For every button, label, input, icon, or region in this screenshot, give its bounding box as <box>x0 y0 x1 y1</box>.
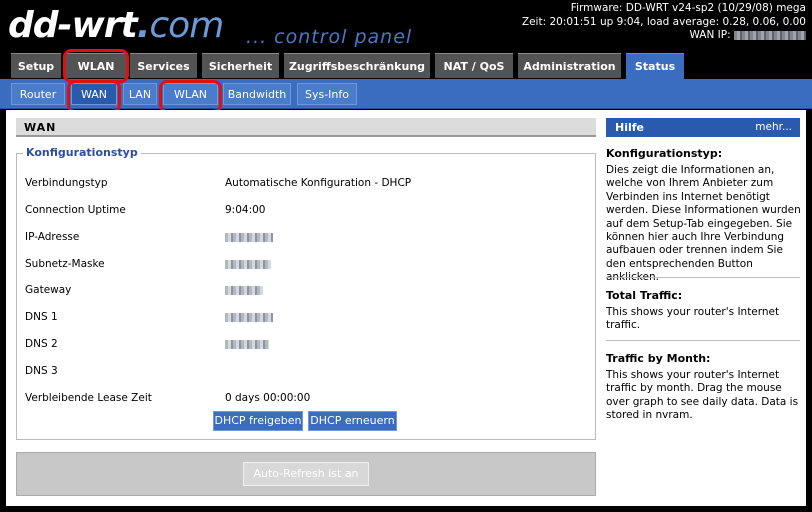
subtab-wlan[interactable]: WLAN <box>163 83 218 105</box>
row-value-blurred <box>225 284 263 296</box>
row-label: DNS 3 <box>25 365 58 377</box>
logo-text: dd-wrt <box>8 5 138 46</box>
content-area: WAN Konfigurationstyp Verbindungstyp Aut… <box>6 110 806 506</box>
blurred-value <box>734 30 806 40</box>
help-title: Hilfe <box>615 121 644 134</box>
row-label: DNS 1 <box>25 311 58 323</box>
help-section-title: Konfigurationstyp: <box>606 147 723 160</box>
row-lease-zeit: Verbleibende Lease Zeit 0 days 00:00:00 <box>25 392 585 406</box>
tab-services[interactable]: Services <box>130 53 197 78</box>
row-label: Verbleibende Lease Zeit <box>25 392 152 404</box>
blurred-value <box>225 312 273 322</box>
system-info: Firmware: DD-WRT v24-sp2 (10/29/08) mega… <box>522 2 806 43</box>
tab-setup[interactable]: Setup <box>11 53 61 78</box>
row-label: Connection Uptime <box>25 204 126 216</box>
row-label: DNS 2 <box>25 338 58 350</box>
row-verbindungstyp: Verbindungstyp Automatische Konfiguratio… <box>25 177 585 191</box>
help-section-title: Traffic by Month: <box>606 352 711 365</box>
help-section-title: Total Traffic: <box>606 289 683 302</box>
tab-zugriffsbeschraenkung[interactable]: Zugriffsbeschränkung <box>284 53 430 78</box>
ddwrt-logo[interactable]: dd-wrt.com <box>8 5 224 46</box>
help-section-text: This shows your router's Internet traffi… <box>606 306 780 332</box>
tab-status[interactable]: Status <box>626 53 684 80</box>
autorefresh-button[interactable]: Auto-Refresh ist an <box>243 462 369 486</box>
help-header: Hilfe mehr... <box>606 118 800 137</box>
blurred-value <box>225 339 269 349</box>
help-section-text: Dies zeigt die Informationen an, welche … <box>606 164 801 284</box>
row-value: 0 days 00:00:00 <box>225 392 311 404</box>
row-value-blurred <box>225 258 271 270</box>
row-subnetz-maske: Subnetz-Maske <box>25 258 585 272</box>
logo-com: com <box>149 5 224 46</box>
row-connection-uptime: Connection Uptime 9:04:00 <box>25 204 585 218</box>
subtab-lan[interactable]: LAN <box>123 83 157 105</box>
row-label: IP-Adresse <box>25 231 80 243</box>
help-section-text: This shows your router's Internet traffi… <box>606 369 799 422</box>
subtab-router[interactable]: Router <box>11 83 65 105</box>
row-value-blurred <box>225 231 273 243</box>
blurred-value <box>225 232 273 242</box>
row-label: Subnetz-Maske <box>25 258 105 270</box>
tab-wlan[interactable]: WLAN <box>66 53 126 78</box>
blurred-value <box>225 259 271 269</box>
firmware-version: Firmware: DD-WRT v24-sp2 (10/29/08) mega <box>570 2 806 14</box>
row-gateway: Gateway <box>25 284 585 298</box>
dhcp-release-button[interactable]: DHCP freigeben <box>213 411 303 431</box>
dhcp-renew-button[interactable]: DHCP erneuern <box>308 411 397 431</box>
sub-tab-bar: Router WAN LAN WLAN Bandwidth Sys-Info <box>0 79 812 109</box>
row-dns2: DNS 2 <box>25 338 585 352</box>
header: dd-wrt.com ... control panel Firmware: D… <box>0 0 812 52</box>
wan-ip-label: WAN IP: <box>689 29 731 41</box>
help-divider <box>606 277 800 278</box>
row-label: Verbindungstyp <box>25 177 108 189</box>
tab-nat-qos[interactable]: NAT / QoS <box>435 53 513 78</box>
row-ip-adresse: IP-Adresse <box>25 231 585 245</box>
row-value-blurred <box>225 311 273 323</box>
blurred-value <box>225 285 263 295</box>
tab-administration[interactable]: Administration <box>518 53 621 78</box>
row-value-blurred <box>225 338 269 350</box>
row-dns1: DNS 1 <box>25 311 585 325</box>
tab-sicherheit[interactable]: Sicherheit <box>202 53 279 78</box>
help-more-link[interactable]: mehr... <box>755 118 792 137</box>
tagline: ... control panel <box>246 26 413 48</box>
subtab-wan[interactable]: WAN <box>71 83 117 105</box>
row-value: Automatische Konfiguration - DHCP <box>225 177 412 189</box>
fieldset-legend: Konfigurationstyp <box>23 146 141 159</box>
subtab-sys-info[interactable]: Sys-Info <box>297 83 357 105</box>
help-divider <box>606 340 800 341</box>
wan-ip: WAN IP: <box>522 29 806 43</box>
subtab-bandwidth[interactable]: Bandwidth <box>223 83 291 105</box>
section-title: WAN <box>16 118 596 137</box>
row-label: Gateway <box>25 284 72 296</box>
logo-dot: . <box>136 5 151 46</box>
row-dns3: DNS 3 <box>25 365 585 379</box>
config-fieldset: Konfigurationstyp Verbindungstyp Automat… <box>16 146 596 440</box>
row-value: 9:04:00 <box>225 204 266 216</box>
main-tab-bar: Setup WLAN Services Sicherheit Zugriffsb… <box>0 52 812 80</box>
uptime-load: Zeit: 20:01:51 up 9:04, load average: 0.… <box>521 15 806 28</box>
autorefresh-panel: Auto-Refresh ist an <box>16 452 596 496</box>
